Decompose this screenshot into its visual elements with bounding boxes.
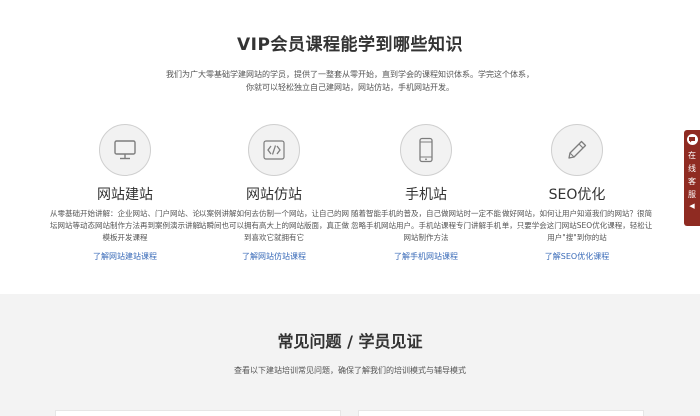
- code-icon: [248, 124, 300, 176]
- feature-website-building: 网站建站 从零基础开始讲解：企业网站、门户网站、论坛网站等动态网站制作方法再到案…: [45, 124, 205, 263]
- feature-seo: SEO优化 做好网站，如何让用户知道我们的网站？很简单，只要学会这门网站SEO优…: [497, 124, 657, 263]
- faq-section: 常见问题 / 学员见证 查看以下建站培训常见问题，确保了解我们的培训模式与辅导模…: [0, 294, 700, 416]
- intro-line-2: 你就可以轻松独立自己建网站，网站仿站，手机网站开发。: [246, 83, 454, 92]
- faq-card[interactable]: [55, 410, 341, 416]
- faq-title: 常见问题 / 学员见证: [277, 332, 423, 351]
- feature-title: 网站仿站: [246, 187, 302, 203]
- feature-desc: 从零基础开始讲解：企业网站、门户网站、论坛网站等动态网站制作方法再到案例演示讲解…: [50, 209, 200, 242]
- section-intro: 我们为广大零基础学建网站的学员，提供了一整套从零开始，直到学会的课程知识体系。学…: [150, 68, 550, 94]
- feature-link[interactable]: 了解SEO优化课程: [545, 251, 609, 262]
- feature-link[interactable]: 了解网站仿站课程: [242, 251, 306, 262]
- pencil-icon: [551, 124, 603, 176]
- mobile-icon: [400, 124, 452, 176]
- monitor-icon: [99, 124, 151, 176]
- feature-link[interactable]: 了解网站建站课程: [93, 251, 157, 262]
- feature-site-cloning: 网站仿站 以案例讲解如何去仿制一个网站，让自己的网站瞬间也可以拥有高大上的网站版…: [194, 124, 354, 263]
- feature-desc: 随着智能手机的普及，自己做网站时一定不能忽略手机网站用户。手机站课程专门讲解手机…: [351, 209, 501, 242]
- faq-subtitle: 查看以下建站培训常见问题，确保了解我们的培训模式与辅导模式: [234, 366, 466, 375]
- feature-mobile-site: 手机站 随着智能手机的普及，自己做网站时一定不能忽略手机网站用户。手机站课程专门…: [346, 124, 506, 263]
- section-title: VIP会员课程能学到哪些知识: [237, 35, 463, 55]
- feature-title: 网站建站: [97, 187, 153, 203]
- vip-courses-section: VIP会员课程能学到哪些知识 我们为广大零基础学建网站的学员，提供了一整套从零开…: [0, 0, 700, 294]
- testimonial-card[interactable]: [358, 410, 644, 416]
- triangle-left-icon: ◀: [689, 202, 695, 210]
- online-service-tab[interactable]: 在线客服 ◀: [684, 130, 700, 226]
- feature-link[interactable]: 了解手机网站课程: [394, 251, 458, 262]
- chat-bubble-icon: [686, 134, 698, 145]
- intro-line-1: 我们为广大零基础学建网站的学员，提供了一整套从零开始，直到学会的课程知识体系。学…: [166, 70, 534, 79]
- feature-title: SEO优化: [548, 187, 606, 203]
- page: VIP会员课程能学到哪些知识 我们为广大零基础学建网站的学员，提供了一整套从零开…: [0, 0, 700, 416]
- online-service-label: 在线客服: [688, 151, 696, 199]
- feature-desc: 做好网站，如何让用户知道我们的网站？很简单，只要学会这门网站SEO优化课程，轻松…: [501, 209, 653, 242]
- feature-title: 手机站: [405, 187, 447, 203]
- feature-desc: 以案例讲解如何去仿制一个网站，让自己的网站瞬间也可以拥有高大上的网站版面，真正做…: [199, 209, 349, 242]
